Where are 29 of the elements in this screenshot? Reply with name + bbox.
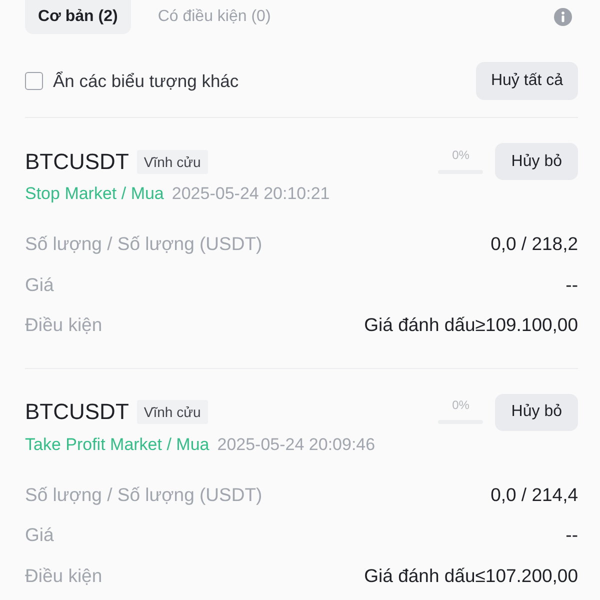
- field-label: Giá: [25, 524, 54, 546]
- symbol-name: BTCUSDT: [25, 399, 129, 425]
- field-value: 0,0 / 218,2: [490, 233, 578, 256]
- contract-tag: Vĩnh cửu: [136, 400, 208, 424]
- symbol-name: BTCUSDT: [25, 148, 129, 174]
- field-label: Giá: [25, 274, 54, 296]
- info-icon[interactable]: [554, 8, 572, 26]
- cancel-button[interactable]: Hủy bỏ: [495, 143, 578, 180]
- field-value: --: [566, 524, 578, 546]
- filter-label: Ẩn các biểu tượng khác: [53, 70, 239, 92]
- cancel-all-button[interactable]: Huỷ tất cả: [476, 62, 578, 100]
- progress-reading: 0%: [452, 148, 470, 162]
- field-label: Điều kiện: [25, 314, 102, 336]
- checkbox[interactable]: [25, 72, 43, 90]
- progress-reading: 0%: [452, 398, 470, 412]
- field-value: Giá đánh dấu≥109.100,00: [364, 314, 578, 336]
- field-value: 0,0 / 214,4: [490, 484, 578, 506]
- order-type: Stop Market / Mua: [25, 184, 164, 204]
- order-time: 2025-05-24 20:09:46: [217, 434, 376, 454]
- contract-tag: Vĩnh cửu: [136, 150, 208, 174]
- order-time: 2025-05-24 20:10:21: [172, 184, 330, 204]
- tab[interactable]: Cơ bản (2): [25, 0, 131, 34]
- field-value: Giá đánh dấu≤107.200,00: [364, 564, 578, 587]
- field-label: Số lượng / Số lượng (USDT): [25, 484, 262, 506]
- field-label: Điều kiện: [25, 564, 102, 587]
- order-type: Take Profit Market / Mua: [25, 434, 210, 454]
- field-label: Số lượng / Số lượng (USDT): [25, 233, 262, 256]
- field-value: --: [566, 274, 578, 296]
- cancel-button[interactable]: Hủy bỏ: [495, 394, 578, 430]
